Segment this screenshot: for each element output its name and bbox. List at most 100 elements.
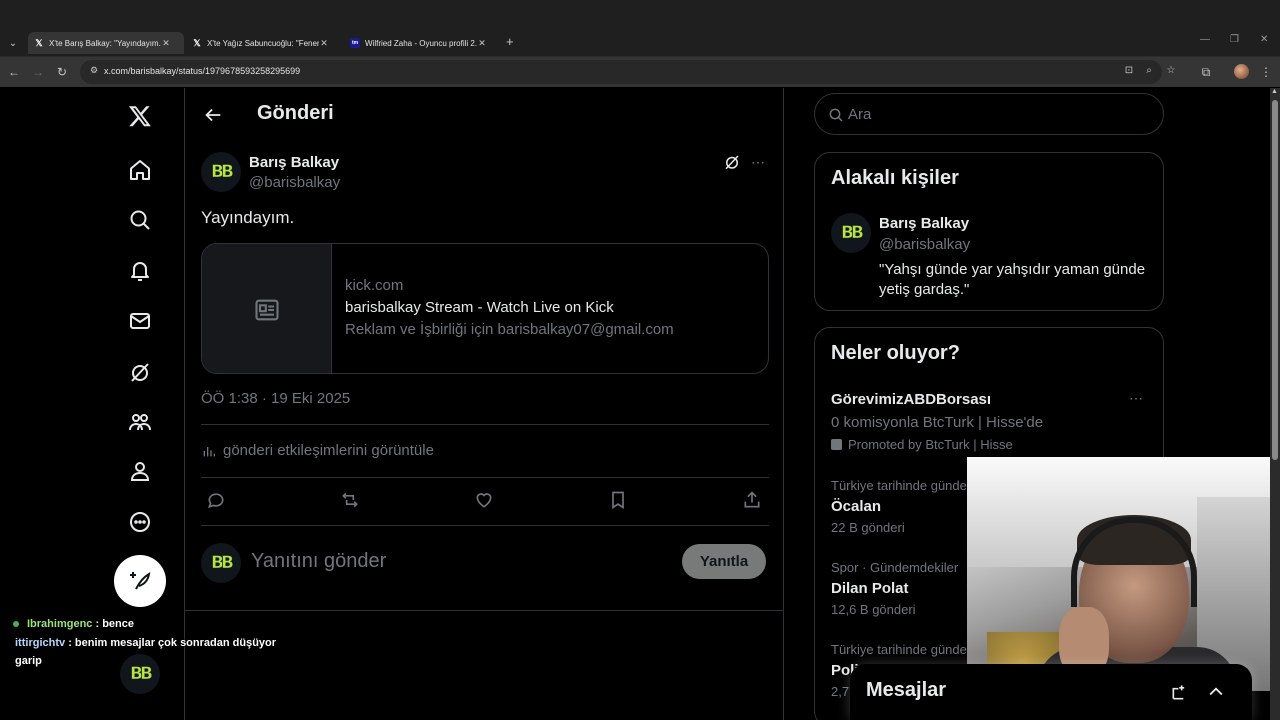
browser-tab-3[interactable]: tm Wilfried Zaha - Oyuncu profili 2... ✕ [344, 32, 500, 54]
x-icon: 𝕏 [193, 37, 201, 48]
messages-icon[interactable] [124, 305, 156, 337]
share-icon[interactable] [742, 490, 764, 512]
home-icon[interactable] [124, 154, 156, 186]
address-bar[interactable]: ⚙ x.com/barisbalkay/status/1979678593258… [80, 60, 1175, 84]
bookmark-icon[interactable] [608, 490, 630, 512]
post-compose-button[interactable] [114, 555, 166, 607]
profile-icon[interactable] [124, 455, 156, 487]
tab-label: X'te Barış Balkay: "Yayındayım. ... [49, 38, 161, 48]
x-logo-icon[interactable] [124, 100, 156, 132]
transfermarkt-icon: tm [350, 38, 360, 48]
search-placeholder: Ara [848, 106, 872, 123]
back-icon[interactable]: ← [6, 64, 22, 80]
browser-toolbar: ← → ↻ ⚙ x.com/barisbalkay/status/1979678… [0, 57, 1280, 87]
related-handle[interactable]: @barisbalkay [879, 236, 970, 253]
bookmark-star-icon[interactable]: ☆ [1164, 65, 1178, 79]
post-header: Gönderi [185, 88, 783, 141]
view-engagements-link[interactable]: gönderi etkileşimlerini görüntüle [201, 442, 434, 459]
site-info-icon[interactable]: ⚙ [87, 65, 101, 79]
card-domain: kick.com [345, 277, 404, 294]
grok-icon[interactable] [124, 356, 156, 388]
feather-plus-icon [130, 572, 151, 590]
divider [201, 525, 769, 526]
browser-tab-bar: ⌄ 𝕏 X'te Barış Balkay: "Yayındayım. ... … [0, 0, 1280, 57]
close-icon[interactable]: ✕ [477, 38, 487, 49]
more-options-icon[interactable]: ⋯ [1129, 390, 1144, 407]
messages-dock[interactable]: Mesajlar [850, 664, 1252, 720]
chat-user: ittirgichtv [15, 637, 66, 649]
card-title: barisbalkay Stream - Watch Live on Kick [345, 299, 614, 316]
chat-user: Ibrahimgenc [27, 618, 93, 630]
reply-input[interactable]: Yanıtını gönder [251, 550, 386, 573]
grok-icon[interactable] [723, 153, 741, 171]
reload-icon[interactable]: ↻ [54, 64, 70, 80]
promoted-trend-name[interactable]: GörevimizABDBorsası [831, 391, 991, 408]
more-circle-icon[interactable] [124, 506, 156, 538]
scroll-up-icon[interactable]: ▲ [1271, 88, 1278, 95]
analytics-icon [203, 446, 215, 456]
chat-message: Ibrahimgenc : bence [13, 614, 303, 634]
repost-icon[interactable] [340, 490, 362, 512]
reply-button[interactable]: Yanıtla [682, 544, 766, 579]
link-card[interactable]: kick.com barisbalkay Stream - Watch Live… [201, 243, 769, 374]
divider [185, 610, 783, 611]
article-icon [254, 299, 279, 320]
scroll-thumb[interactable] [1272, 100, 1278, 460]
chevron-up-icon[interactable] [1206, 682, 1226, 702]
promoted-label: Promoted by BtcTurk | Hisse [831, 437, 1013, 452]
reply-avatar: BB [201, 543, 241, 583]
reply-icon[interactable] [206, 490, 228, 512]
bb-logo: BB [211, 553, 235, 574]
badge-icon [13, 621, 19, 628]
close-icon[interactable]: ✕ [161, 38, 171, 49]
promoted-icon [831, 439, 842, 450]
post-timestamp[interactable]: ÖÖ 1:38 · 19 Eki 2025 [201, 390, 350, 407]
zoom-icon[interactable]: ⌕ [1142, 65, 1156, 79]
related-avatar[interactable]: BB [831, 213, 871, 253]
restore-icon[interactable]: ❐ [1230, 34, 1239, 45]
tab-search-chevron-icon[interactable]: ⌄ [4, 34, 22, 52]
search-input[interactable]: Ara [814, 93, 1164, 135]
notifications-icon[interactable] [124, 255, 156, 287]
install-app-icon[interactable]: ⊡ [1122, 65, 1136, 79]
page-scrollbar[interactable]: ▲ [1270, 88, 1280, 720]
x-icon: 𝕏 [35, 37, 43, 48]
related-name[interactable]: Barış Balkay [879, 215, 969, 232]
new-message-icon[interactable] [1170, 682, 1190, 702]
browser-menu-icon[interactable]: ⋮ [1258, 64, 1274, 80]
close-icon[interactable]: ✕ [319, 38, 329, 49]
trend-name[interactable]: Dilan Polat [831, 580, 909, 597]
panel-title: Alakalı kişiler [831, 167, 959, 189]
chat-text: : bence [95, 618, 134, 630]
post-text: Yayındayım. [201, 208, 295, 227]
like-icon[interactable] [474, 490, 496, 512]
post-author-handle[interactable]: @barisbalkay [249, 174, 340, 191]
browser-tab-1[interactable]: 𝕏 X'te Barış Balkay: "Yayındayım. ... ✕ [28, 32, 184, 54]
new-tab-icon[interactable]: + [506, 34, 514, 49]
related-bio: "Yahşı günde yar yahşıdır yaman günde ye… [879, 261, 1146, 298]
url-text: x.com/barisbalkay/status/197967859325829… [104, 66, 301, 76]
chat-message: ittirgichtv : benim mesajlar çok sonrada… [13, 634, 303, 670]
extensions-icon[interactable]: ⧉ [1198, 64, 1214, 80]
browser-tab-2[interactable]: 𝕏 X'te Yağız Sabuncuoğlu: "Fener... ✕ [186, 32, 342, 54]
promoted-trend-subtitle: 0 komisyonla BtcTurk | Hisse'de [831, 414, 1044, 431]
forward-icon[interactable]: → [30, 64, 46, 80]
divider [201, 477, 769, 478]
webcam-overlay [967, 457, 1280, 691]
trend-name[interactable]: Öcalan [831, 498, 881, 515]
card-description: Reklam ve İşbirliği için barisbalkay07@g… [345, 321, 674, 338]
trend-count: 12,6 B gönderi [831, 602, 916, 617]
panel-title: Neler oluyor? [831, 342, 960, 364]
post-author-name[interactable]: Barış Balkay [249, 154, 339, 171]
more-options-icon[interactable]: ⋯ [751, 154, 767, 170]
window-close-icon[interactable]: ✕ [1260, 34, 1268, 45]
explore-icon[interactable] [124, 204, 156, 236]
minimize-icon[interactable]: — [1200, 34, 1210, 45]
back-arrow-icon[interactable] [202, 104, 224, 126]
browser-profile-avatar[interactable] [1234, 64, 1249, 79]
stream-chat-overlay: Ibrahimgenc : bence ittirgichtv : benim … [13, 614, 303, 670]
promoted-by-text: Promoted by BtcTurk | Hisse [848, 437, 1013, 452]
messages-dock-title: Mesajlar [866, 679, 947, 701]
post-author-avatar[interactable]: BB [201, 152, 241, 192]
communities-icon[interactable] [124, 406, 156, 438]
